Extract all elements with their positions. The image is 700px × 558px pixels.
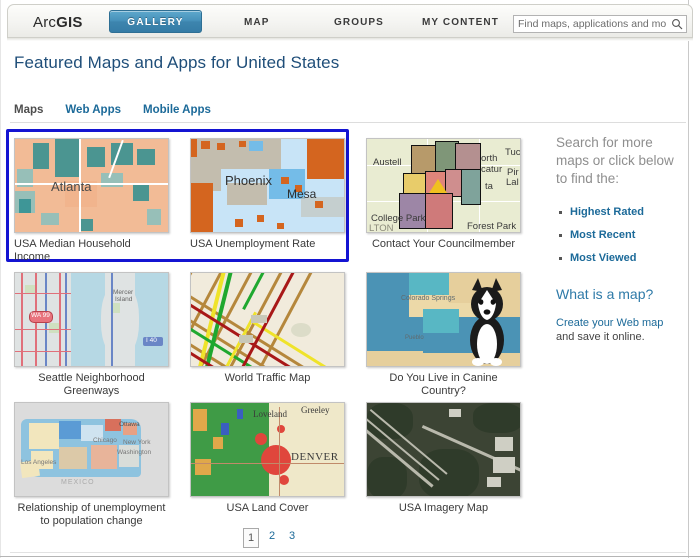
gallery-thumbnail[interactable]: [190, 272, 345, 367]
page-bottom-border: [0, 556, 700, 557]
search-box[interactable]: [513, 15, 687, 33]
bullet-icon: [559, 234, 562, 237]
gallery-card[interactable]: World Traffic Map: [190, 272, 345, 385]
page-3-button[interactable]: 3: [287, 528, 297, 544]
gallery-card-title[interactable]: Do You Live in Canine Country?: [366, 372, 521, 398]
sidebar-heading: Search for more maps or click below to f…: [556, 135, 674, 186]
gallery-card[interactable]: WA 99 I 40 Mercer Island Seattle Neighbo…: [14, 272, 169, 398]
gallery-thumbnail[interactable]: Atlanta: [14, 138, 169, 233]
bullet-icon: [559, 211, 562, 214]
gallery-thumbnail[interactable]: Phoenix Mesa: [190, 138, 345, 233]
tabs-divider: [10, 122, 686, 123]
sidebar-item-label: Most Recent: [570, 229, 636, 241]
thumbnail-art-seattle: WA 99 I 40 Mercer Island: [15, 273, 168, 366]
gallery-card[interactable]: Atlanta USA Median Household Income: [14, 138, 169, 264]
gallery-card[interactable]: Austell orth catur Tuc Pir Lal ta Colleg…: [366, 138, 521, 251]
thumbnail-art-councilmember: Austell orth catur Tuc Pir Lal ta Colleg…: [367, 139, 520, 232]
arcgis-logo[interactable]: ArcGIS: [33, 14, 83, 31]
app-header: ArcGIS GALLERY MAP GROUPS MY CONTENT: [7, 4, 693, 38]
gallery-thumbnail[interactable]: WA 99 I 40 Mercer Island: [14, 272, 169, 367]
gallery-card[interactable]: Colorado Springs Pueblo Do You Live in C…: [366, 272, 521, 398]
sidebar-item-label: Most Viewed: [570, 252, 637, 264]
create-web-map-link[interactable]: Create your Web map: [556, 317, 663, 329]
gallery-card-title[interactable]: World Traffic Map: [190, 372, 345, 385]
gallery-card-title[interactable]: USA Imagery Map: [366, 502, 521, 515]
thumbnail-art-median-income: Atlanta: [15, 139, 168, 232]
gallery-tabs: Maps Web Apps Mobile Apps: [14, 104, 233, 120]
thumbnail-art-canine: Colorado Springs Pueblo: [367, 273, 520, 366]
thumbnail-art-unemployment: Phoenix Mesa: [191, 139, 344, 232]
thumbnail-art-land-cover: Loveland Greeley DENVER: [191, 403, 344, 496]
search-icon[interactable]: [671, 18, 683, 30]
gallery-card-title[interactable]: Seattle Neighborhood Greenways: [14, 372, 169, 398]
nav-map[interactable]: MAP: [244, 17, 270, 28]
gallery-card[interactable]: Ottawa New York Washington Chicago Los A…: [14, 402, 169, 528]
gallery-card-title[interactable]: USA Unemployment Rate: [190, 238, 345, 251]
page-root: ArcGIS GALLERY MAP GROUPS MY CONTENT Fea…: [0, 0, 700, 558]
header-shadow: [7, 38, 693, 41]
brand-prefix: Arc: [33, 14, 57, 31]
tab-mobile-apps[interactable]: Mobile Apps: [143, 104, 211, 116]
gallery-card[interactable]: Phoenix Mesa USA Unemployment Rate: [190, 138, 345, 251]
gallery-card-title[interactable]: USA Land Cover: [190, 502, 345, 515]
nav-my-content[interactable]: MY CONTENT: [422, 17, 499, 28]
gallery-thumbnail[interactable]: [366, 402, 521, 497]
search-input[interactable]: [518, 16, 666, 32]
gallery-card-title[interactable]: Relationship of unemployment to populati…: [14, 502, 169, 528]
nav-gallery-button[interactable]: GALLERY: [109, 10, 202, 33]
sidebar-link-list: Highest Rated Most Recent Most Viewed: [556, 206, 682, 264]
page-left-border: [0, 0, 1, 558]
sidebar-item-most-recent[interactable]: Most Recent: [559, 229, 682, 241]
sidebar-item-highest-rated[interactable]: Highest Rated: [559, 206, 682, 218]
page-2-button[interactable]: 2: [267, 528, 277, 544]
pagination: 1 2 3: [243, 528, 307, 548]
bullet-icon: [559, 257, 562, 260]
page-title: Featured Maps and Apps for United States: [14, 53, 340, 72]
gallery-thumbnail[interactable]: Austell orth catur Tuc Pir Lal ta Colleg…: [366, 138, 521, 233]
thumbnail-art-imagery: [367, 403, 520, 496]
nav-groups[interactable]: GROUPS: [334, 17, 384, 28]
gallery-thumbnail[interactable]: Colorado Springs Pueblo: [366, 272, 521, 367]
thumbnail-art-unemployment-population: Ottawa New York Washington Chicago Los A…: [15, 403, 168, 496]
sidebar-item-label: Highest Rated: [570, 206, 644, 218]
sidebar-item-most-viewed[interactable]: Most Viewed: [559, 252, 682, 264]
tab-web-apps[interactable]: Web Apps: [65, 104, 121, 116]
gallery-card-title[interactable]: USA Median Household Income: [14, 238, 169, 264]
gallery-thumbnail[interactable]: Loveland Greeley DENVER: [190, 402, 345, 497]
sidebar-body-rest: and save it online.: [556, 331, 645, 343]
thumbnail-art-traffic: [191, 273, 344, 366]
sidebar-body: Create your Web map and save it online.: [556, 316, 682, 344]
page-right-border: [688, 0, 689, 558]
brand-suffix: GIS: [56, 14, 83, 31]
gallery-thumbnail[interactable]: Ottawa New York Washington Chicago Los A…: [14, 402, 169, 497]
dog-photo: [470, 278, 504, 366]
gallery-card-title[interactable]: Contact Your Councilmember: [366, 238, 521, 251]
pagination-divider: [10, 552, 686, 553]
page-1-button[interactable]: 1: [243, 528, 259, 548]
gallery-card[interactable]: USA Imagery Map: [366, 402, 521, 515]
tab-maps[interactable]: Maps: [14, 104, 43, 116]
sidebar: Search for more maps or click below to f…: [556, 134, 682, 344]
sidebar-subheading[interactable]: What is a map?: [556, 286, 682, 302]
gallery-card[interactable]: Loveland Greeley DENVER USA Land Cover: [190, 402, 345, 515]
